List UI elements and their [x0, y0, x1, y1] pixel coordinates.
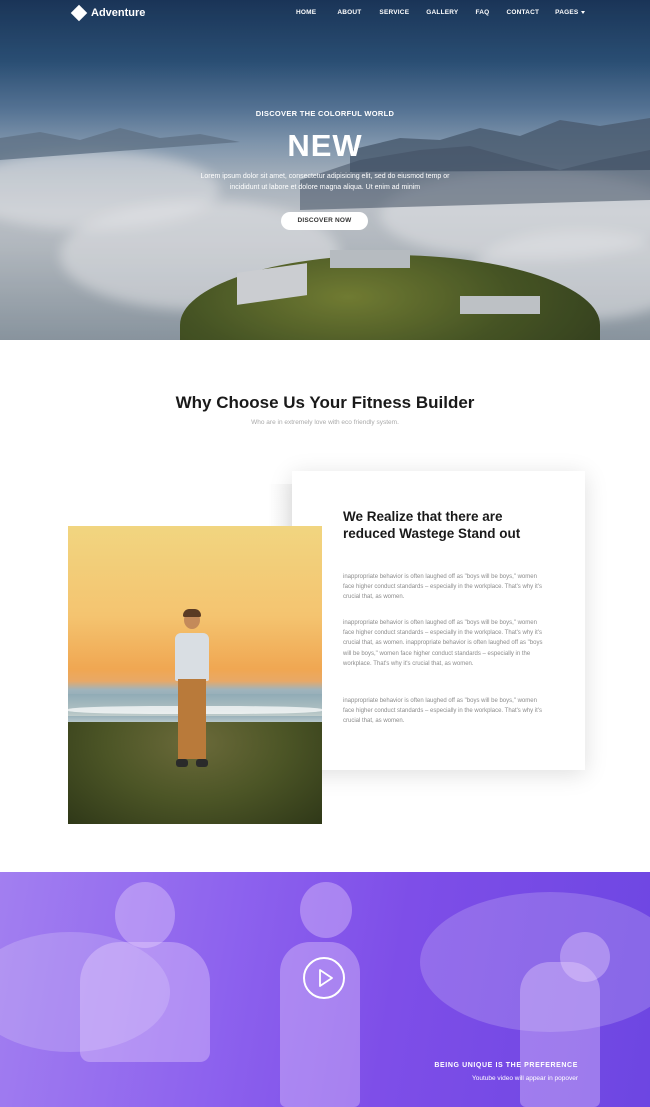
- brand-name: Adventure: [91, 7, 146, 19]
- card-paragraph: inappropriate behavior is often laughed …: [343, 574, 542, 601]
- person-figure: [80, 942, 210, 1062]
- nav-item-service[interactable]: SERVICE: [379, 9, 409, 16]
- hero-section: Adventure HOME ABOUT SERVICE GALLERY FAQ…: [0, 0, 650, 340]
- card-paragraph: inappropriate behavior is often laughed …: [343, 620, 543, 667]
- nav-item-faq[interactable]: FAQ: [475, 9, 489, 16]
- nav-item-gallery[interactable]: GALLERY: [426, 9, 458, 16]
- feature-card: We Realize that there are reduced Wasteg…: [292, 471, 585, 770]
- main-menu: HOME ABOUT SERVICE GALLERY FAQ CONTACT P…: [296, 9, 586, 16]
- card-shadow: [268, 484, 294, 528]
- nav-item-pages[interactable]: PAGES: [555, 9, 586, 16]
- traveler-photo: [68, 526, 322, 824]
- video-subtitle: Youtube video will appear in popover: [471, 1075, 578, 1082]
- hero-title: NEW: [287, 128, 363, 163]
- top-nav: Adventure HOME ABOUT SERVICE GALLERY FAQ…: [0, 0, 650, 26]
- nav-item-pages-label: PAGES: [555, 9, 579, 16]
- hero-overlay: [0, 0, 650, 340]
- discover-now-button[interactable]: DISCOVER NOW: [281, 212, 368, 230]
- hero-description: Lorem ipsum dolor sit amet, consectetur …: [200, 173, 450, 191]
- person-figure: [300, 882, 352, 938]
- card-paragraph: inappropriate behavior is often laughed …: [343, 698, 542, 725]
- play-video-button[interactable]: [303, 957, 345, 999]
- nav-item-contact[interactable]: CONTACT: [506, 9, 539, 16]
- card-title: We Realize that there are reduced Wasteg…: [343, 509, 521, 541]
- person-figure: [115, 882, 175, 948]
- person-figure: [520, 962, 600, 1107]
- section-subtitle: Who are in extremely love with eco frien…: [251, 419, 399, 426]
- chevron-down-icon: [581, 10, 586, 14]
- section-title: Why Choose Us Your Fitness Builder: [175, 393, 475, 412]
- play-icon: [319, 969, 333, 987]
- nav-item-about[interactable]: ABOUT: [337, 9, 361, 16]
- brand-logo[interactable]: Adventure: [70, 4, 146, 22]
- logo-icon: [70, 4, 88, 22]
- video-section: BEING UNIQUE IS THE PREFERENCE Youtube v…: [0, 872, 650, 1107]
- nav-item-home[interactable]: HOME: [296, 9, 316, 16]
- traveler-figure: [172, 609, 212, 781]
- video-title: BEING UNIQUE IS THE PREFERENCE: [434, 1062, 578, 1069]
- person-figure: [560, 932, 610, 982]
- hero-subtitle: DISCOVER THE COLORFUL WORLD: [255, 109, 395, 118]
